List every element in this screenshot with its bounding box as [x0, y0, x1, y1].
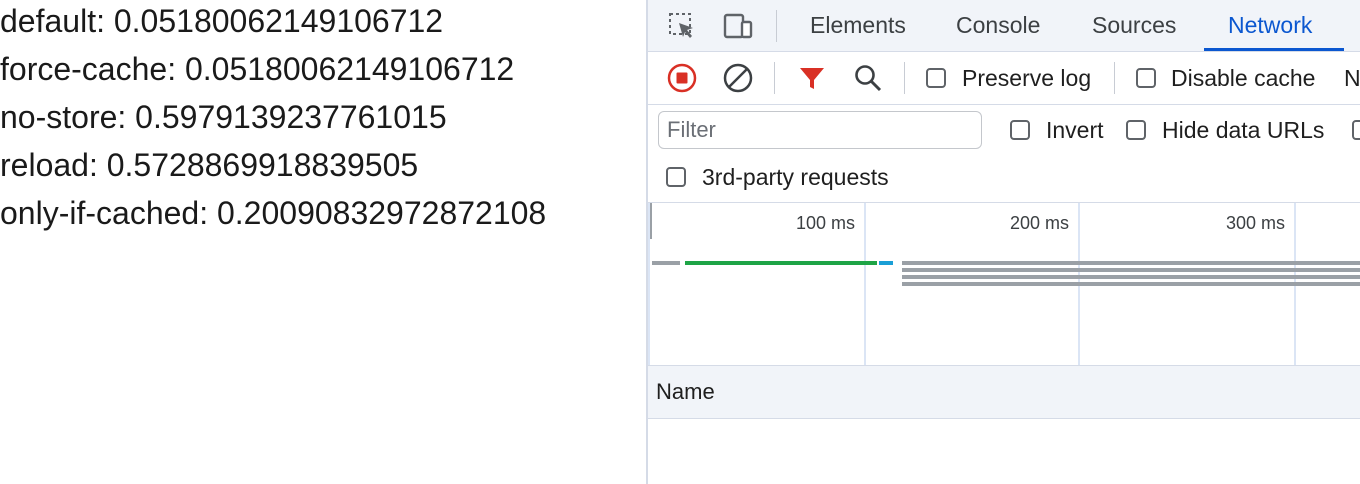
filter-overflow-checkbox[interactable]: [1352, 120, 1360, 140]
overview-gridline: [864, 203, 866, 365]
tick-label-200ms: 200 ms: [1010, 213, 1070, 233]
tick-label-100ms: 100 ms: [796, 213, 856, 233]
search-icon[interactable]: [852, 62, 884, 94]
network-overview[interactable]: 100 ms 200 ms 300 ms: [648, 203, 1360, 366]
preserve-log-checkbox[interactable]: [926, 68, 946, 88]
page-output: default: 0.05180062149106712 force-cache…: [0, 0, 646, 484]
network-toolbar: Preserve log Disable cache N: [648, 52, 1360, 105]
filter-bar: Invert Hide data URLs 3rd-party requests: [648, 105, 1360, 203]
request-bar-waiting: [685, 261, 877, 265]
tab-elements[interactable]: Elements: [810, 0, 906, 51]
request-bar: [902, 261, 1360, 265]
toolbar-divider: [774, 62, 775, 94]
output-line-no-store: no-store: 0.5979139237761015: [0, 99, 447, 135]
disable-cache-checkbox[interactable]: [1136, 68, 1156, 88]
devtools-panel: Elements Console Sources Network Preserv…: [646, 0, 1360, 484]
tabbar-divider: [776, 10, 777, 42]
column-header-name[interactable]: Name: [656, 366, 715, 418]
third-party-checkbox[interactable]: [666, 167, 686, 187]
active-tab-indicator: [1204, 48, 1344, 51]
overview-gridline: [648, 203, 650, 365]
tick-label-300ms: 300 ms: [1226, 213, 1286, 233]
output-line-default: default: 0.05180062149106712: [0, 3, 444, 39]
third-party-label[interactable]: 3rd-party requests: [702, 164, 889, 191]
tab-network[interactable]: Network: [1228, 0, 1312, 51]
request-bar-download: [879, 261, 893, 265]
output-line-only-if-cached: only-if-cached: 0.20090832972872108: [0, 195, 547, 231]
disable-cache-label[interactable]: Disable cache: [1171, 65, 1315, 92]
output-line-force-cache: force-cache: 0.05180062149106712: [0, 51, 515, 87]
request-bar: [902, 268, 1360, 272]
request-table-header: Name: [648, 366, 1360, 419]
toolbar-divider: [1114, 62, 1115, 94]
device-toolbar-icon[interactable]: [722, 10, 754, 42]
preserve-log-label[interactable]: Preserve log: [962, 65, 1091, 92]
invert-checkbox[interactable]: [1010, 120, 1030, 140]
clear-icon[interactable]: [722, 62, 754, 94]
request-bar: [902, 275, 1360, 279]
hide-data-urls-label[interactable]: Hide data URLs: [1162, 117, 1324, 144]
toolbar-overflow-text[interactable]: N: [1344, 65, 1360, 92]
invert-label[interactable]: Invert: [1046, 117, 1104, 144]
filter-icon[interactable]: [796, 62, 828, 94]
devtools-tabbar: Elements Console Sources Network: [648, 0, 1360, 52]
output-line-reload: reload: 0.5728869918839505: [0, 147, 419, 183]
toolbar-divider: [904, 62, 905, 94]
request-bar-queue: [652, 261, 680, 265]
hide-data-urls-checkbox[interactable]: [1126, 120, 1146, 140]
record-icon[interactable]: [666, 62, 698, 94]
filter-input[interactable]: [658, 111, 982, 149]
tab-sources[interactable]: Sources: [1092, 0, 1176, 51]
tab-console[interactable]: Console: [956, 0, 1040, 51]
inspect-element-icon[interactable]: [666, 10, 698, 42]
request-bar: [902, 282, 1360, 286]
